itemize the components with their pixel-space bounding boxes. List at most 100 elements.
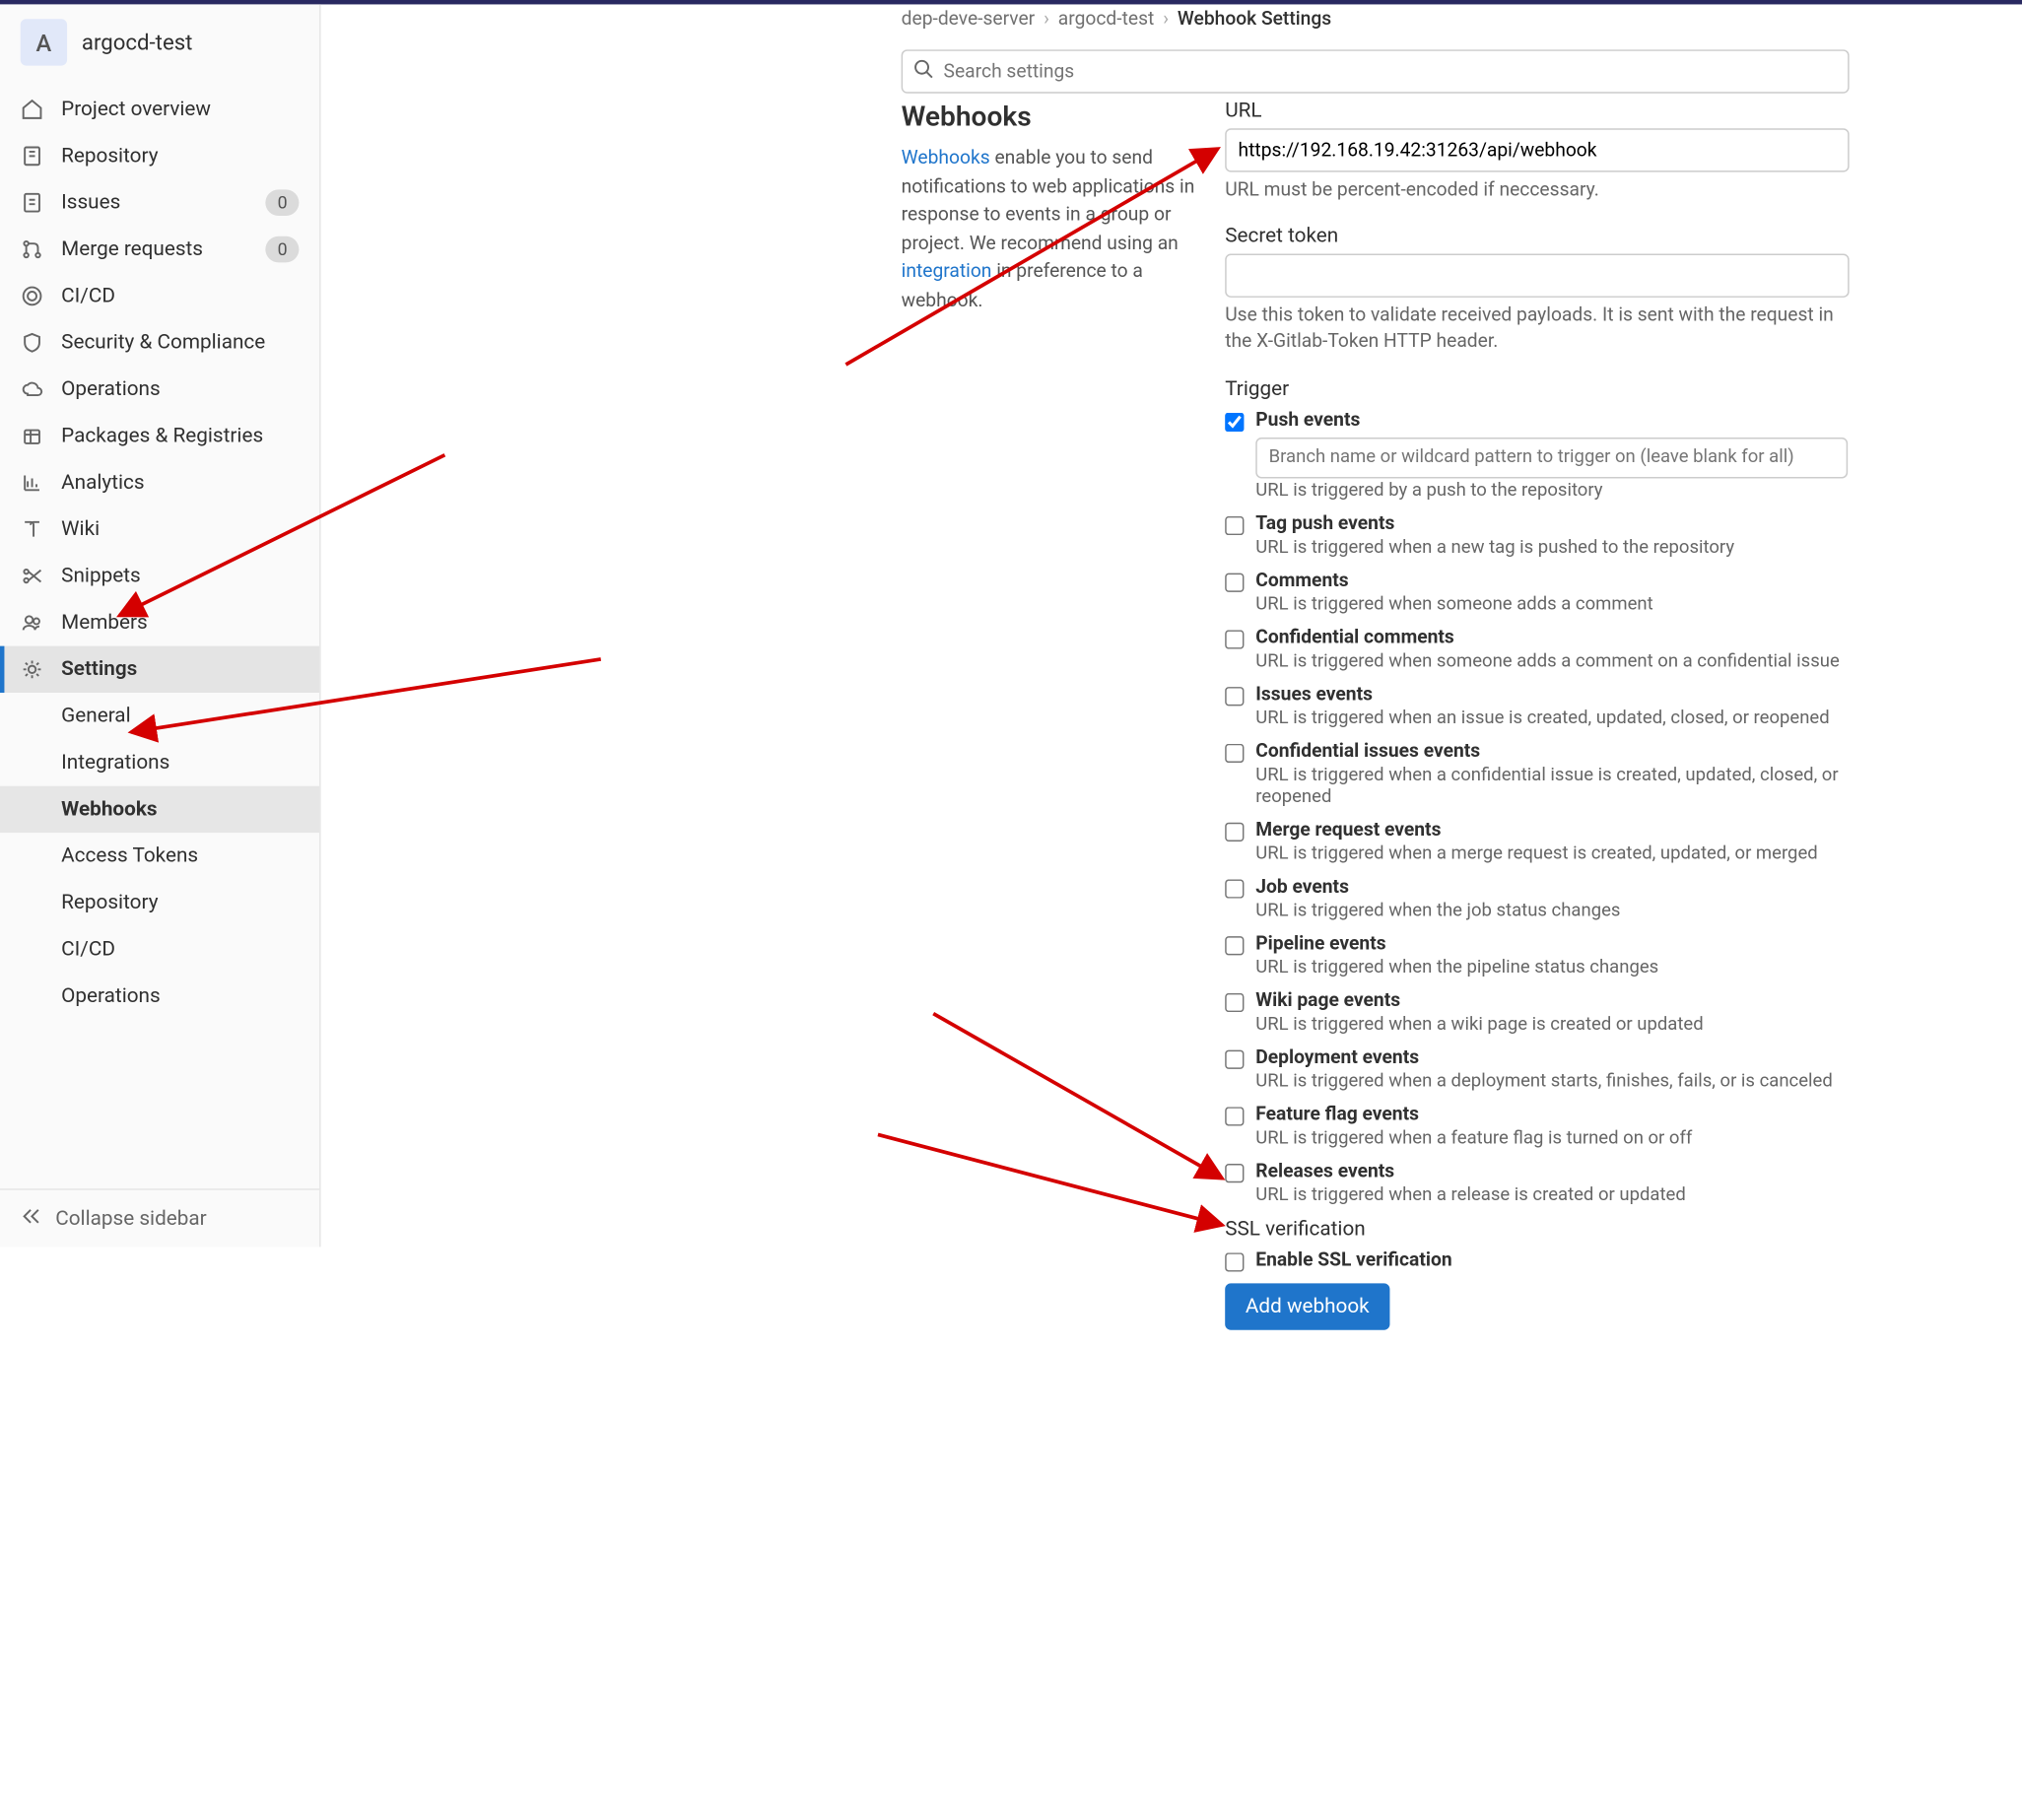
sidebar-item-wiki[interactable]: Wiki xyxy=(0,506,319,553)
nav-label: Project overview xyxy=(61,98,299,121)
breadcrumb-item[interactable]: argocd-test xyxy=(1058,9,1155,31)
nav-badge: 0 xyxy=(266,189,300,216)
sidebar: A argocd-test Project overview Repository… xyxy=(0,4,321,1247)
trigger-wiki-page-events: Wiki page eventsURL is triggered when a … xyxy=(1225,989,1849,1035)
sidebar-item-analytics[interactable]: Analytics xyxy=(0,459,319,506)
project-name: argocd-test xyxy=(82,30,193,56)
push-desc: URL is triggered by a push to the reposi… xyxy=(1255,479,1849,501)
secret-help: Use this token to validate received payl… xyxy=(1225,303,1849,357)
cloud-icon xyxy=(21,377,44,401)
trigger-label: Confidential issues events xyxy=(1255,740,1480,762)
trigger-checkbox[interactable] xyxy=(1225,743,1244,762)
issues-icon xyxy=(21,191,44,215)
repo-icon xyxy=(21,145,44,169)
trigger-label: Tag push events xyxy=(1255,512,1394,534)
trigger-checkbox[interactable] xyxy=(1225,515,1244,534)
collapse-label: Collapse sidebar xyxy=(55,1207,206,1231)
secret-label: Secret token xyxy=(1225,225,1849,248)
trigger-desc: URL is triggered when a release is creat… xyxy=(1255,1183,1849,1205)
trigger-checkbox[interactable] xyxy=(1225,1163,1244,1181)
trigger-deployment-events: Deployment eventsURL is triggered when a… xyxy=(1225,1046,1849,1092)
sub-item-general[interactable]: General xyxy=(0,693,319,739)
trigger-desc: URL is triggered when a deployment start… xyxy=(1255,1070,1849,1092)
sub-item-integrations[interactable]: Integrations xyxy=(0,739,319,785)
nav-label: Settings xyxy=(61,657,299,681)
collapse-sidebar[interactable]: Collapse sidebar xyxy=(0,1188,319,1247)
trigger-confidential-comments: Confidential commentsURL is triggered wh… xyxy=(1225,627,1849,672)
nav-label: Snippets xyxy=(61,565,299,588)
sidebar-item-operations[interactable]: Operations xyxy=(0,366,319,412)
nav-label: Security & Compliance xyxy=(61,331,299,355)
sidebar-item-repository[interactable]: Repository xyxy=(0,133,319,179)
sidebar-item-issues[interactable]: Issues0 xyxy=(0,179,319,226)
package-icon xyxy=(21,425,44,448)
chart-icon xyxy=(21,471,44,495)
sub-item-ci-cd[interactable]: CI/CD xyxy=(0,926,319,973)
trigger-desc: URL is triggered when the job status cha… xyxy=(1255,900,1849,921)
sub-item-operations[interactable]: Operations xyxy=(0,973,319,1019)
trigger-label: Merge request events xyxy=(1255,819,1441,841)
trigger-checkbox[interactable] xyxy=(1225,992,1244,1011)
nav-label: Members xyxy=(61,611,299,635)
sidebar-item-settings[interactable]: Settings xyxy=(0,646,319,693)
push-branch-input[interactable] xyxy=(1255,437,1848,477)
nav-badge: 0 xyxy=(266,236,300,263)
breadcrumb-sep: › xyxy=(1044,9,1049,31)
trigger-checkbox[interactable] xyxy=(1225,630,1244,648)
sidebar-item-snippets[interactable]: Snippets xyxy=(0,553,319,599)
home-icon xyxy=(21,98,44,121)
scissors-icon xyxy=(21,565,44,588)
trigger-checkbox[interactable] xyxy=(1225,879,1244,898)
trigger-checkbox[interactable] xyxy=(1225,686,1244,705)
ssl-checkbox[interactable] xyxy=(1225,1252,1244,1271)
sidebar-item-security-compliance[interactable]: Security & Compliance xyxy=(0,319,319,366)
trigger-label: Deployment events xyxy=(1255,1046,1419,1068)
breadcrumb: dep-deve-server › argocd-test › Webhook … xyxy=(902,9,1332,31)
push-checkbox[interactable] xyxy=(1225,412,1244,431)
trigger-checkbox[interactable] xyxy=(1225,936,1244,955)
trigger-job-events: Job eventsURL is triggered when the job … xyxy=(1225,876,1849,921)
project-avatar: A xyxy=(21,19,67,65)
integration-link[interactable]: integration xyxy=(902,261,992,283)
trigger-desc: URL is triggered when an issue is create… xyxy=(1255,707,1849,728)
sidebar-item-project-overview[interactable]: Project overview xyxy=(0,86,319,132)
trigger-confidential-issues-events: Confidential issues eventsURL is trigger… xyxy=(1225,740,1849,807)
sub-item-access-tokens[interactable]: Access Tokens xyxy=(0,833,319,879)
trigger-tag-push-events: Tag push eventsURL is triggered when a n… xyxy=(1225,512,1849,558)
nav-label: Repository xyxy=(61,145,299,169)
nav-label: Operations xyxy=(61,377,299,401)
secret-input[interactable] xyxy=(1225,254,1849,298)
cicd-icon xyxy=(21,285,44,308)
nav-label: Packages & Registries xyxy=(61,425,299,448)
search-icon xyxy=(912,58,933,85)
sidebar-item-packages-registries[interactable]: Packages & Registries xyxy=(0,413,319,459)
trigger-feature-flag-events: Feature flag eventsURL is triggered when… xyxy=(1225,1104,1849,1149)
sub-item-repository[interactable]: Repository xyxy=(0,879,319,925)
breadcrumb-item[interactable]: dep-deve-server xyxy=(902,9,1036,31)
trigger-desc: URL is triggered when a new tag is pushe… xyxy=(1255,536,1849,558)
sidebar-nav: Project overview Repository Issues0Merge r… xyxy=(0,80,319,1188)
search-input[interactable] xyxy=(902,49,1850,93)
trigger-checkbox[interactable] xyxy=(1225,573,1244,591)
trigger-checkbox[interactable] xyxy=(1225,1049,1244,1068)
add-webhook-button[interactable]: Add webhook xyxy=(1225,1283,1389,1329)
trigger-checkbox[interactable] xyxy=(1225,1107,1244,1125)
url-input[interactable] xyxy=(1225,128,1849,171)
webhooks-link[interactable]: Webhooks xyxy=(902,147,990,169)
sidebar-item-ci-cd[interactable]: CI/CD xyxy=(0,273,319,319)
sidebar-item-merge-requests[interactable]: Merge requests0 xyxy=(0,226,319,272)
trigger-comments: CommentsURL is triggered when someone ad… xyxy=(1225,570,1849,615)
merge-icon xyxy=(21,237,44,261)
section-desc: Webhooks enable you to send notification… xyxy=(902,145,1200,315)
ssl-heading: SSL verification xyxy=(1225,1217,1849,1241)
webhook-form: URL URL must be percent-encoded if necce… xyxy=(1225,100,1849,1329)
project-header[interactable]: A argocd-test xyxy=(0,4,319,80)
sub-item-webhooks[interactable]: Webhooks xyxy=(0,786,319,833)
sidebar-item-members[interactable]: Members xyxy=(0,599,319,645)
breadcrumb-item[interactable]: Webhook Settings xyxy=(1178,9,1331,31)
trigger-label: Pipeline events xyxy=(1255,933,1385,955)
trigger-desc: URL is triggered when a confidential iss… xyxy=(1255,764,1849,807)
trigger-issues-events: Issues eventsURL is triggered when an is… xyxy=(1225,683,1849,728)
gear-icon xyxy=(21,657,44,681)
trigger-checkbox[interactable] xyxy=(1225,822,1244,841)
